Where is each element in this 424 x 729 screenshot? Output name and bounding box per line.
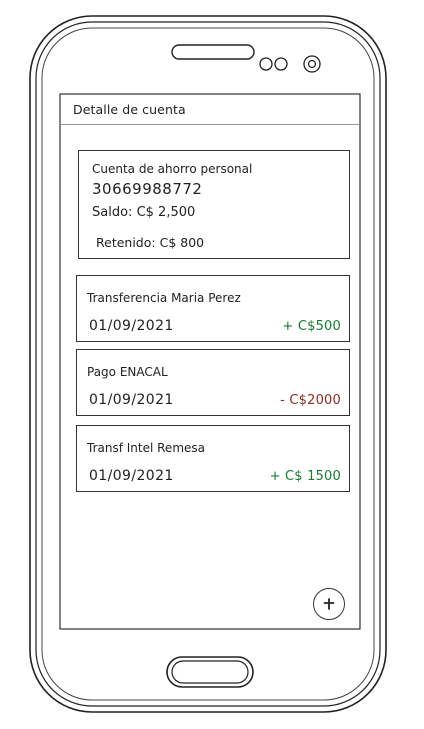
- transaction-description: Transf Intel Remesa: [87, 441, 205, 455]
- transaction-description: Pago ENACAL: [87, 365, 168, 379]
- plus-icon: [323, 598, 335, 610]
- account-card[interactable]: Cuenta de ahorro personal 30669988772 Sa…: [78, 150, 350, 259]
- balance-label: Saldo:: [92, 205, 133, 220]
- page-title: Detalle de cuenta: [73, 102, 186, 117]
- transaction-date: 01/09/2021: [89, 392, 174, 408]
- transaction-date: 01/09/2021: [89, 318, 174, 334]
- transaction-item[interactable]: Pago ENACAL 01/09/2021 - C$2000: [76, 349, 350, 416]
- held-row: Retenido: C$ 800: [96, 235, 204, 250]
- transaction-item[interactable]: Transferencia Maria Perez 01/09/2021 + C…: [76, 275, 350, 342]
- app-bar: Detalle de cuenta: [61, 95, 359, 125]
- account-name: Cuenta de ahorro personal: [92, 162, 253, 176]
- held-value: C$ 800: [159, 235, 205, 250]
- sensor-icon: [259, 57, 288, 71]
- speaker-grille: [171, 44, 255, 60]
- transaction-description: Transferencia Maria Perez: [87, 291, 241, 305]
- transaction-amount: + C$500: [282, 319, 341, 334]
- transaction-date: 01/09/2021: [89, 468, 174, 484]
- camera-icon: [303, 55, 321, 73]
- home-button[interactable]: [165, 655, 255, 691]
- transaction-amount: + C$ 1500: [269, 469, 341, 484]
- held-label: Retenido:: [96, 235, 156, 250]
- add-button[interactable]: [313, 588, 345, 620]
- balance-value: C$ 2,500: [136, 205, 196, 220]
- transaction-amount: - C$2000: [280, 393, 341, 408]
- account-number: 30669988772: [92, 180, 203, 198]
- balance-row: Saldo: C$ 2,500: [92, 205, 195, 220]
- transaction-item[interactable]: Transf Intel Remesa 01/09/2021 + C$ 1500: [76, 425, 350, 492]
